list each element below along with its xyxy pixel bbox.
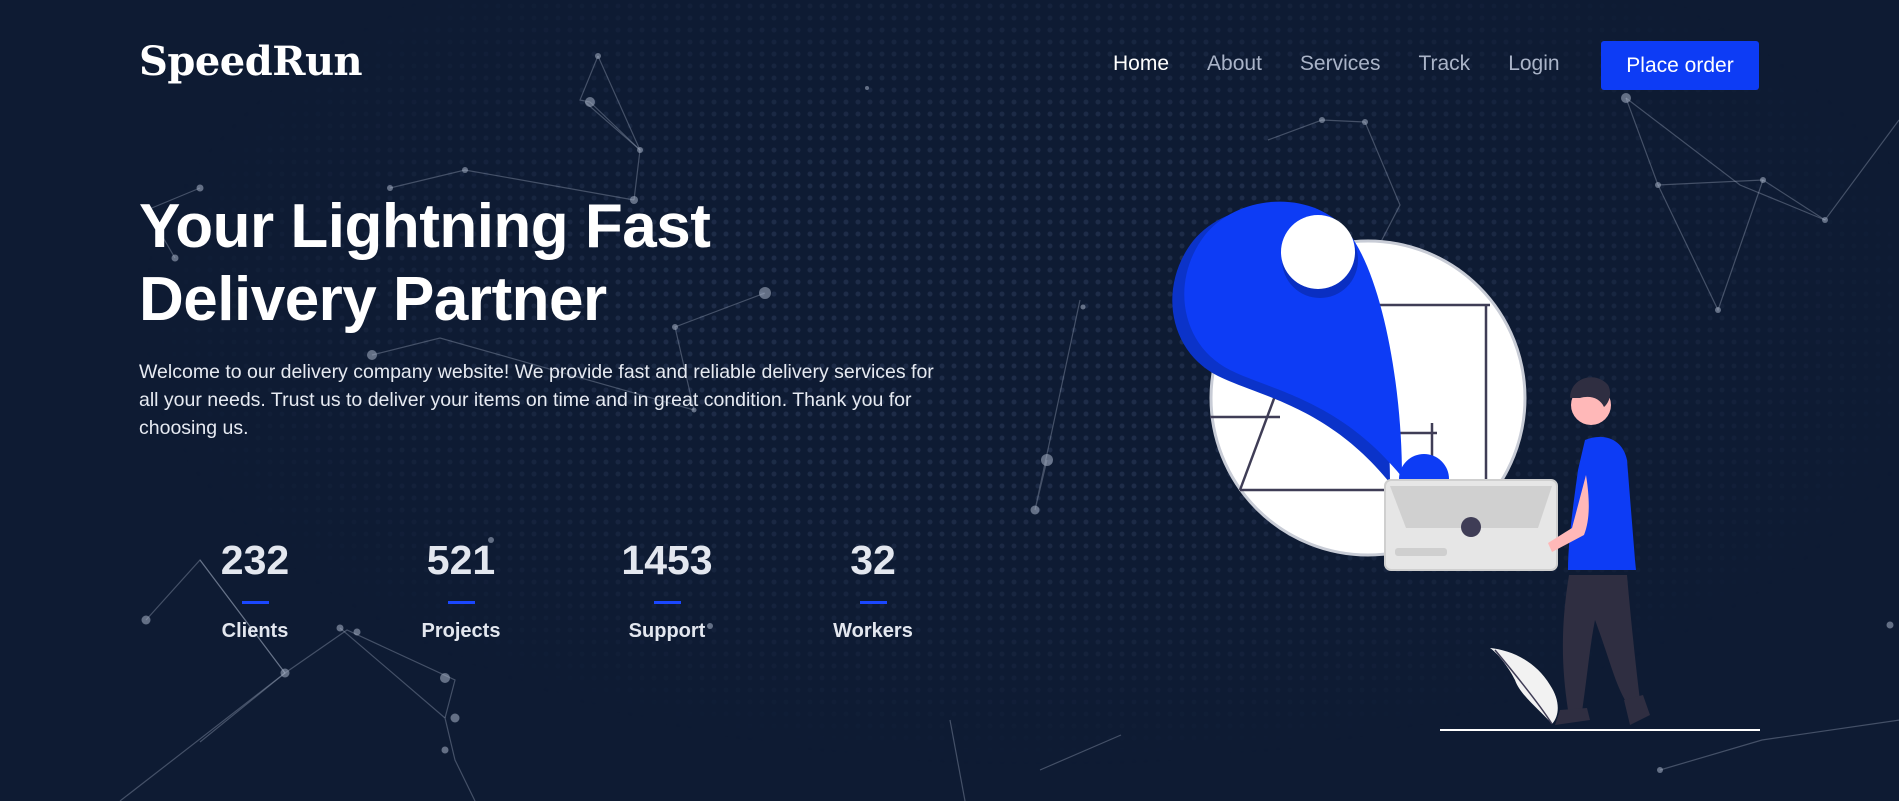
- nav-link-services[interactable]: Services: [1300, 52, 1381, 76]
- nav-link-about[interactable]: About: [1207, 52, 1262, 76]
- stat-value: 521: [426, 537, 496, 583]
- hero-title-line1: Your Lightning Fast: [139, 192, 711, 261]
- stat-divider: [241, 601, 269, 604]
- nav-link-login[interactable]: Login: [1508, 52, 1559, 76]
- hero-title-line2: Delivery Partner: [139, 265, 607, 334]
- stat-divider: [859, 601, 887, 604]
- place-order-button[interactable]: Place order: [1601, 41, 1759, 90]
- stat-divider: [653, 601, 681, 604]
- site-header: SpeedRun Home About Services Track Login…: [0, 0, 1899, 130]
- stats-row: 232 Clients 521 Projects 1453 Support 32…: [152, 535, 976, 643]
- nav-link-track[interactable]: Track: [1418, 52, 1470, 76]
- stat-label: Support: [628, 620, 706, 642]
- delivery-illustration: [1172, 201, 1760, 731]
- stat-label: Workers: [833, 620, 913, 642]
- hero-title: Your Lightning Fast Delivery Partner: [139, 190, 859, 336]
- stat-projects: 521 Projects: [358, 535, 564, 643]
- stat-value: 32: [850, 537, 896, 583]
- laptop-icon: [1384, 479, 1558, 571]
- main-nav: Home About Services Track Login: [1113, 52, 1598, 76]
- person-icon: [1548, 377, 1650, 725]
- stat-label: Clients: [221, 620, 289, 642]
- stat-divider: [447, 601, 475, 604]
- stat-workers: 32 Workers: [770, 535, 976, 643]
- hero-description: Welcome to our delivery company website!…: [139, 361, 934, 439]
- stat-label: Projects: [421, 620, 501, 642]
- stat-clients: 232 Clients: [152, 535, 358, 643]
- stat-support: 1453 Support: [564, 535, 770, 643]
- plant-icon: [1490, 648, 1558, 725]
- stat-value: 232: [220, 537, 290, 583]
- stat-value: 1453: [621, 537, 713, 583]
- brand-logo[interactable]: SpeedRun: [139, 38, 363, 85]
- nav-link-home[interactable]: Home: [1113, 52, 1169, 76]
